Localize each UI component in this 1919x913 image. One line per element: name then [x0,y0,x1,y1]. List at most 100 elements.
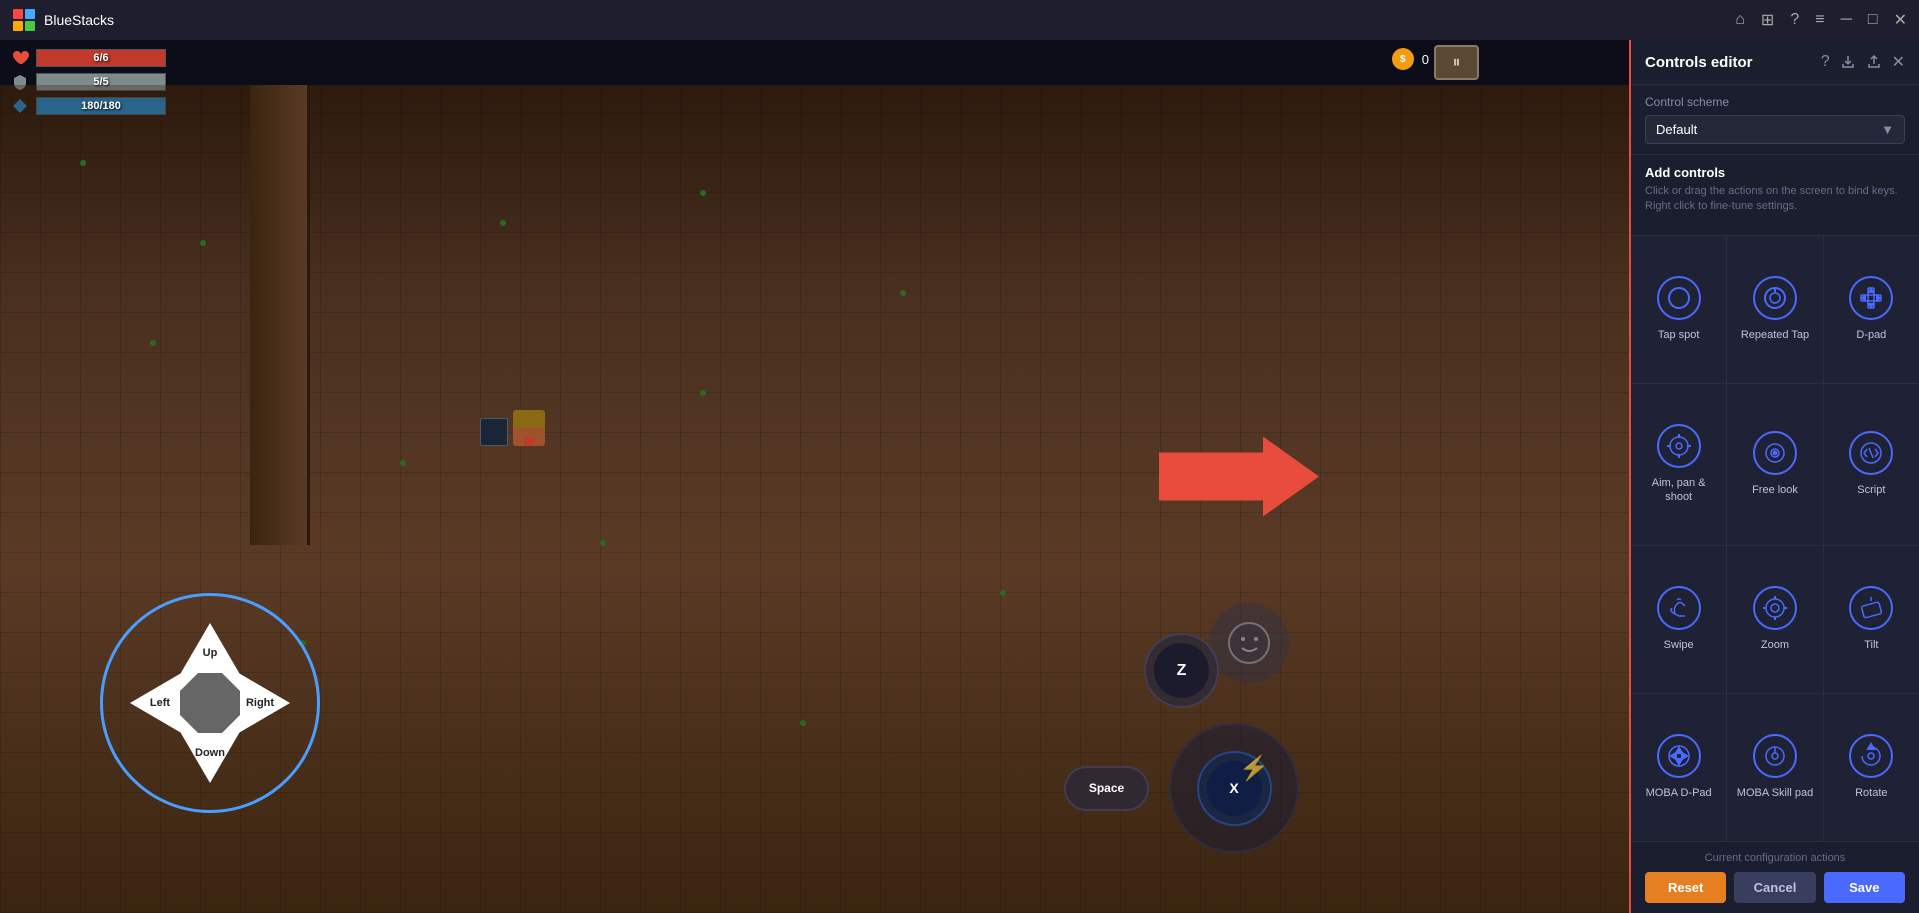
cancel-button[interactable]: Cancel [1734,872,1815,903]
control-item-zoom[interactable]: Zoom [1727,546,1822,693]
dpad-container: Up Down Left Right [100,593,320,813]
controls-grid: Tap spot Repeated Tap [1631,236,1919,841]
red-arrow [1159,437,1319,517]
panel-title: Controls editor [1645,54,1753,71]
save-button[interactable]: Save [1824,872,1905,903]
panel-help-icon[interactable]: ? [1821,53,1830,71]
control-item-aim-pan-shoot[interactable]: Aim, pan & shoot [1631,384,1726,545]
wall-structure [250,85,310,545]
control-item-free-look[interactable]: Free look [1727,384,1822,545]
grid-icon[interactable]: ⊞ [1761,10,1774,30]
panel-import-icon[interactable] [1840,54,1856,70]
dpad-center [180,673,240,733]
z-action-button[interactable]: Z [1144,633,1219,708]
swipe-label: Swipe [1664,638,1694,652]
moba-skill-pad-label: MOBA Skill pad [1737,786,1813,800]
dpad-down-label: Down [195,747,225,759]
dpad-cross[interactable]: Up Down Left Right [130,623,290,783]
lightning-icon: ⚡ [1239,754,1269,783]
rotate-icon [1849,734,1893,778]
dpad-left-label: Left [150,697,170,709]
main-content: 6/6 5/5 180/180 [0,40,1919,913]
help-icon[interactable]: ? [1790,11,1799,29]
character-group [480,410,545,446]
hp-bar: 6/6 [36,49,166,67]
title-bar: BlueStacks ⌂ ⊞ ? ≡ ─ □ ✕ [0,0,1919,40]
dpad-outer-circle: Up Down Left Right [100,593,320,813]
control-item-moba-skill-pad[interactable]: MOBA Skill pad [1727,694,1822,841]
control-item-dpad[interactable]: D-pad [1824,236,1919,383]
panel-footer: Current configuration actions Reset Canc… [1631,841,1919,913]
moba-dpad-icon [1657,734,1701,778]
cat-sprite [480,418,508,446]
action-buttons-row: Space X ⚡ [1064,723,1299,853]
heart-icon [10,48,30,68]
game-area: 6/6 5/5 180/180 [0,40,1629,913]
grass-decoration [80,160,86,166]
grass-decoration [150,340,156,346]
free-look-icon [1753,431,1797,475]
control-item-tilt[interactable]: Tilt [1824,546,1919,693]
z-button-row: Z [1144,633,1219,708]
grass-decoration [400,460,406,466]
grass-decoration [200,240,206,246]
aim-pan-shoot-label: Aim, pan & shoot [1639,476,1718,505]
maximize-icon[interactable]: □ [1868,11,1878,29]
zoom-label: Zoom [1761,638,1789,652]
menu-icon[interactable]: ≡ [1815,11,1824,29]
space-action-button[interactable]: Space [1064,766,1149,811]
game-top-bar [0,40,1629,85]
player-sprite [513,410,545,446]
minimize-icon[interactable]: ─ [1841,11,1852,29]
home-icon[interactable]: ⌂ [1735,11,1745,29]
grass-decoration [900,290,906,296]
script-label: Script [1857,483,1885,497]
action-buttons-area: Z Space X [1064,633,1299,853]
control-item-swipe[interactable]: Swipe [1631,546,1726,693]
xp-value: 180/180 [81,100,121,112]
dpad-control-icon [1849,276,1893,320]
aim-pan-shoot-icon [1657,424,1701,468]
repeated-tap-icon [1753,276,1797,320]
panel-export-icon[interactable] [1866,54,1882,70]
free-look-label: Free look [1752,483,1798,497]
joystick-area[interactable]: X ⚡ [1169,723,1299,853]
z-label: Z [1154,643,1209,698]
app-title: BlueStacks [44,12,1735,28]
moba-dpad-label: MOBA D-Pad [1646,786,1712,800]
control-item-rotate[interactable]: Rotate [1824,694,1919,841]
tilt-icon [1849,586,1893,630]
current-config-label: Current configuration actions [1645,852,1905,864]
coin-value: 0 [1422,52,1429,67]
control-scheme-section: Control scheme Default ▼ [1631,85,1919,155]
coin-icon: $ [1392,48,1414,70]
dpad-control-label: D-pad [1856,328,1886,342]
space-label: Space [1089,781,1124,795]
mp-value: 5/5 [93,76,108,88]
repeated-tap-label: Repeated Tap [1741,328,1809,342]
reset-button[interactable]: Reset [1645,872,1726,903]
tap-spot-label: Tap spot [1658,328,1700,342]
panel-header: Controls editor ? ✕ [1631,40,1919,85]
tilt-label: Tilt [1864,638,1878,652]
close-icon[interactable]: ✕ [1894,10,1907,30]
control-item-repeated-tap[interactable]: Repeated Tap [1727,236,1822,383]
scheme-label: Control scheme [1645,95,1905,109]
red-arrow-container [1159,437,1319,517]
title-bar-controls: ⌂ ⊞ ? ≡ ─ □ ✕ [1735,10,1907,30]
script-icon [1849,431,1893,475]
control-item-moba-dpad[interactable]: MOBA D-Pad [1631,694,1726,841]
add-controls-title: Add controls [1645,165,1905,180]
pause-button[interactable]: ⏸ [1434,45,1479,80]
hp-row: 6/6 [10,48,166,68]
pause-icon: ⏸ [1452,54,1460,72]
add-controls-description: Click or drag the actions on the screen … [1645,184,1905,215]
grass-decoration [700,390,706,396]
scheme-value: Default [1656,122,1697,137]
scheme-select[interactable]: Default ▼ [1645,115,1905,144]
panel-close-icon[interactable]: ✕ [1892,52,1905,72]
grass-decoration [500,220,506,226]
control-item-script[interactable]: Script [1824,384,1919,545]
tap-spot-icon [1657,276,1701,320]
control-item-tap-spot[interactable]: Tap spot [1631,236,1726,383]
